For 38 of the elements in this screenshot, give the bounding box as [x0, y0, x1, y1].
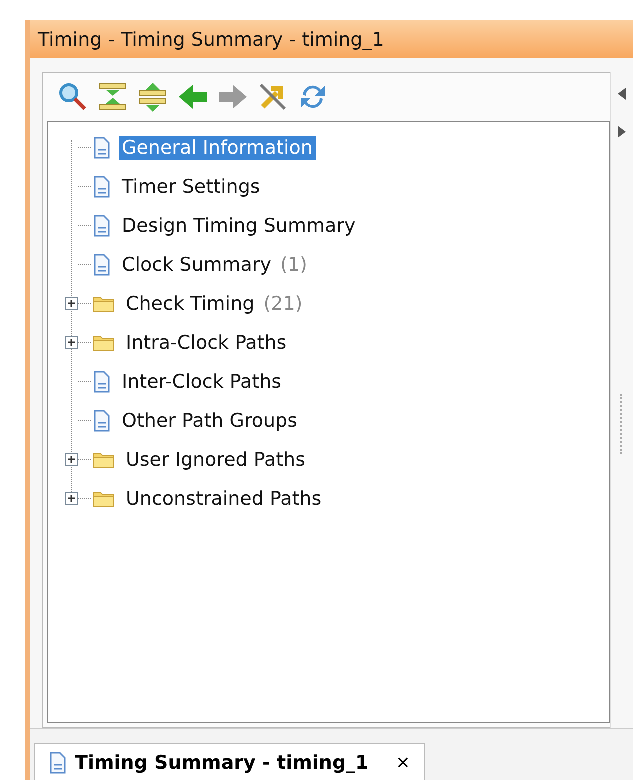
tree-item[interactable]: User Ignored Paths: [123, 448, 308, 472]
item-count: (1): [280, 254, 308, 276]
document-icon: [49, 752, 67, 774]
item-count: (21): [264, 292, 303, 314]
document-icon: [93, 254, 111, 276]
folder-icon: [93, 490, 115, 508]
collapse-all-icon[interactable]: [97, 81, 129, 113]
plus-box-icon[interactable]: [65, 453, 78, 466]
tree-item[interactable]: Design Timing Summary: [119, 214, 359, 238]
crossed-arrow-icon[interactable]: [257, 81, 289, 113]
plus-box-icon[interactable]: [65, 336, 78, 349]
tree-item[interactable]: Clock Summary: [119, 252, 274, 276]
tree-item[interactable]: Unconstrained Paths: [123, 486, 325, 510]
left-arrow-icon[interactable]: [618, 88, 626, 100]
document-tab[interactable]: Timing Summary - timing_1 ×: [34, 743, 425, 780]
document-icon: [93, 370, 111, 392]
document-icon: [93, 176, 111, 198]
plus-box-icon[interactable]: [65, 492, 78, 505]
tree-item[interactable]: Check Timing: [123, 292, 258, 316]
folder-icon: [93, 294, 115, 312]
tree-item[interactable]: Inter-Clock Paths: [119, 370, 285, 394]
folder-icon: [93, 450, 115, 468]
tree-item[interactable]: Timer Settings: [119, 174, 264, 198]
tree-item[interactable]: Intra-Clock Paths: [123, 330, 290, 354]
right-arrow-icon[interactable]: [618, 126, 626, 138]
expand-all-icon[interactable]: [137, 81, 169, 113]
resize-grip[interactable]: [620, 394, 624, 454]
document-icon: [93, 410, 111, 432]
tab-title: Timing Summary - timing_1: [75, 752, 369, 774]
window-title: Timing - Timing Summary - timing_1: [30, 20, 633, 58]
folder-icon: [93, 334, 115, 352]
search-icon[interactable]: [57, 81, 89, 113]
close-button[interactable]: ×: [376, 750, 410, 776]
document-icon: [93, 136, 111, 158]
document-icon: [93, 214, 111, 236]
tree-item[interactable]: General Information: [119, 136, 316, 160]
tree-item[interactable]: Other Path Groups: [119, 408, 301, 432]
plus-box-icon[interactable]: [65, 297, 78, 310]
